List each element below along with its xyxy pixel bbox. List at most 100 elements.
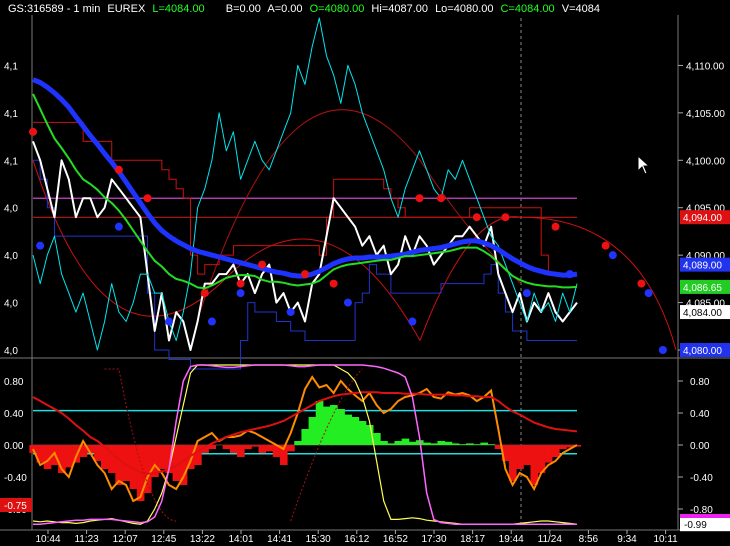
price-panel[interactable] (29, 17, 677, 370)
red-signal-dot[interactable] (501, 213, 510, 222)
histogram-bar (65, 445, 73, 468)
blue-signal-dot[interactable] (658, 346, 667, 354)
blue-signal-dot[interactable] (236, 289, 245, 298)
histogram-bar (251, 445, 259, 447)
histogram-bar (229, 445, 238, 453)
time-tick-label: 14:41 (267, 534, 292, 545)
histogram-bar (308, 417, 317, 445)
blue-signal-dot[interactable] (343, 298, 352, 307)
red-signal-dot[interactable] (258, 260, 267, 269)
red-signal-dot[interactable] (415, 194, 424, 203)
histogram-bar (394, 441, 403, 445)
price-tick-label: 4,100.00 (686, 156, 725, 167)
red-signal-dot[interactable] (329, 279, 338, 288)
red-signal-dot[interactable] (143, 194, 152, 203)
histogram-bar (265, 445, 274, 452)
price-left-tick-label: 4,1 (4, 156, 18, 167)
price-left-tick-label: 4,1 (4, 61, 18, 72)
red-arc (419, 216, 522, 341)
histogram-bar (294, 441, 302, 445)
blue-signal-dot[interactable] (286, 308, 295, 317)
histogram-bar (179, 445, 188, 485)
time-tick-label: 9:34 (617, 534, 637, 545)
time-tick-label: 10:11 (653, 534, 678, 545)
blue-signal-dot[interactable] (608, 251, 617, 260)
histogram-bar (158, 445, 166, 469)
trading-chart[interactable]: 4,110.004,105.004,100.004,095.004,090.00… (0, 0, 730, 546)
time-tick-label: 14:01 (228, 534, 253, 545)
blue-signal-dot[interactable] (36, 241, 45, 250)
time-tick-label: 12:45 (151, 534, 176, 545)
red-signal-dot[interactable] (637, 279, 646, 288)
red-signal-dot[interactable] (437, 194, 445, 203)
histogram-bar (244, 445, 252, 449)
histogram-bar (487, 444, 496, 445)
time-tick-label: 10:44 (35, 534, 60, 545)
red-signal-dot[interactable] (236, 279, 245, 288)
osc-left-tick-label: 0.80 (4, 377, 24, 388)
histogram-bar (373, 433, 381, 445)
time-tick-label: 16:52 (383, 534, 408, 545)
oscillator-panel[interactable] (29, 364, 582, 525)
time-tick-label: 19:44 (499, 534, 524, 545)
blue-signal-dot[interactable] (644, 289, 653, 298)
time-tick-label: 18:17 (460, 534, 485, 545)
time-tick-label: 8:56 (579, 534, 599, 545)
osc-left-tick-label: 0.00 (4, 441, 24, 452)
green-moving-average[interactable] (32, 93, 578, 290)
red-signal-dot[interactable] (551, 222, 560, 231)
time-tick-label: 15:30 (306, 534, 331, 545)
price-left-tick-label: 4,0 (4, 251, 18, 262)
histogram-bar (408, 441, 417, 445)
time-tick-label: 16:12 (344, 534, 369, 545)
red-signal-dot[interactable] (29, 127, 37, 136)
histogram-bar (437, 441, 446, 445)
histogram-bar (444, 441, 453, 445)
magenta-tag-marker (680, 514, 730, 518)
histogram-bar (337, 409, 345, 445)
blue-signal-dot[interactable] (165, 317, 173, 326)
histogram-bar (544, 445, 553, 463)
blue-moving-average[interactable] (32, 77, 578, 279)
blue-signal-dot[interactable] (565, 270, 574, 279)
histogram-bar (380, 441, 388, 445)
osc-left-tick-label: 0.40 (4, 409, 24, 420)
time-tick-label: 13:22 (190, 534, 215, 545)
histogram-bar (401, 438, 410, 445)
osc-tick-label: 0.80 (690, 377, 710, 388)
price-left-tick-label: 4,1 (4, 109, 18, 120)
osc-tag-label: -0.99 (684, 520, 707, 531)
blue-signal-dot[interactable] (408, 317, 417, 326)
blue-signal-dot[interactable] (207, 317, 216, 326)
histogram-bar (430, 443, 438, 445)
price-tag-label: 4,094.00 (683, 213, 722, 224)
time-tick-label: 11/24 (538, 534, 563, 545)
histogram-bar (344, 414, 353, 445)
histogram-bar (509, 445, 517, 481)
red-arc (520, 216, 677, 351)
price-left-tick-label: 4,0 (4, 204, 18, 215)
blue-signal-dot[interactable] (114, 222, 123, 231)
price-tag-label: 4,084.00 (683, 308, 722, 319)
histogram-bar (358, 421, 367, 445)
price-tick-label: 4,110.00 (686, 61, 725, 72)
red-signal-dot[interactable] (200, 289, 209, 298)
osc-tick-label: 0.40 (690, 409, 710, 420)
blue-signal-dot[interactable] (522, 289, 531, 298)
mouse-pointer-icon (637, 155, 651, 175)
histogram-bar (330, 405, 338, 445)
red-signal-dot[interactable] (472, 213, 481, 222)
time-tick-label: 17:30 (421, 534, 446, 545)
price-tag-label: 4,089.00 (683, 261, 722, 272)
red-signal-dot[interactable] (601, 241, 610, 250)
histogram-bar (108, 445, 116, 473)
time-tick-label: 11:23 (74, 534, 99, 545)
histogram-bar (222, 445, 231, 449)
red-signal-dot[interactable] (301, 270, 309, 279)
histogram-bar (258, 445, 267, 453)
red-signal-dot[interactable] (114, 165, 123, 174)
histogram-bar (523, 445, 531, 465)
histogram-bar (480, 442, 489, 445)
time-tick-label: 12:07 (113, 534, 138, 545)
histogram-bar (301, 429, 310, 445)
